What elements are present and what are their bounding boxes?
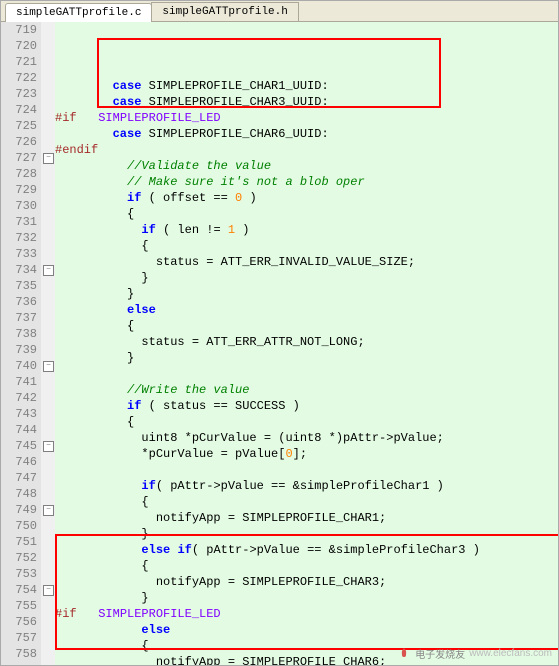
line-number: 736 (1, 294, 37, 310)
code-line[interactable]: // Make sure it's not a blob oper (55, 174, 558, 190)
code-line[interactable]: } (55, 526, 558, 542)
code-area: 7197207217227237247257267277287297307317… (1, 22, 558, 666)
fold-toggle[interactable]: − (43, 441, 54, 452)
code-line[interactable]: { (55, 206, 558, 222)
code-line[interactable]: { (55, 558, 558, 574)
line-number: 745 (1, 438, 37, 454)
line-number: 738 (1, 326, 37, 342)
code-line[interactable]: //Validate the value (55, 158, 558, 174)
line-number: 724 (1, 102, 37, 118)
code-line[interactable]: if ( status == SUCCESS ) (55, 398, 558, 414)
code-line[interactable]: { (55, 414, 558, 430)
code-line[interactable]: { (55, 318, 558, 334)
line-number: 727 (1, 150, 37, 166)
code-line[interactable]: } (55, 270, 558, 286)
code-line[interactable]: #if SIMPLEPROFILE_LED (55, 606, 558, 622)
code-line[interactable]: case SIMPLEPROFILE_CHAR6_UUID: (55, 126, 558, 142)
fold-toggle[interactable]: − (43, 153, 54, 164)
tab-active[interactable]: simpleGATTprofile.c (5, 3, 152, 22)
line-number: 751 (1, 534, 37, 550)
line-number: 754 (1, 582, 37, 598)
code-line[interactable]: } (55, 350, 558, 366)
line-number: 730 (1, 198, 37, 214)
code-line[interactable]: { (55, 238, 558, 254)
watermark-brand: 电子发烧友 (415, 646, 465, 661)
line-number: 734 (1, 262, 37, 278)
code-line[interactable]: case SIMPLEPROFILE_CHAR3_UUID: (55, 94, 558, 110)
line-number: 757 (1, 630, 37, 646)
code-line[interactable]: if ( len != 1 ) (55, 222, 558, 238)
line-number: 746 (1, 454, 37, 470)
line-number: 733 (1, 246, 37, 262)
line-number: 755 (1, 598, 37, 614)
line-number: 753 (1, 566, 37, 582)
line-number-gutter: 7197207217227237247257267277287297307317… (1, 22, 41, 666)
line-number: 741 (1, 374, 37, 390)
code-line[interactable]: //Write the value (55, 382, 558, 398)
line-number: 739 (1, 342, 37, 358)
line-number: 740 (1, 358, 37, 374)
code-line[interactable]: *pCurValue = pValue[0]; (55, 446, 558, 462)
line-number: 758 (1, 646, 37, 662)
code-line[interactable]: else (55, 302, 558, 318)
code-line[interactable]: if( pAttr->pValue == &simpleProfileChar1… (55, 478, 558, 494)
line-number: 737 (1, 310, 37, 326)
code-line[interactable]: case SIMPLEPROFILE_CHAR1_UUID: (55, 78, 558, 94)
line-number: 756 (1, 614, 37, 630)
line-number: 735 (1, 278, 37, 294)
line-number: 720 (1, 38, 37, 54)
line-number: 726 (1, 134, 37, 150)
watermark-url: www.elecfans.com (469, 648, 552, 659)
line-number: 743 (1, 406, 37, 422)
watermark: 电子发烧友 www.elecfans.com (397, 646, 552, 661)
code-line[interactable]: } (55, 286, 558, 302)
line-number: 750 (1, 518, 37, 534)
line-number: 732 (1, 230, 37, 246)
line-number: 748 (1, 486, 37, 502)
code-line[interactable]: #if SIMPLEPROFILE_LED (55, 110, 558, 126)
code-line[interactable]: else (55, 622, 558, 638)
code-content[interactable]: case SIMPLEPROFILE_CHAR1_UUID: case SIMP… (55, 22, 558, 666)
fold-toggle[interactable]: − (43, 265, 54, 276)
code-line[interactable]: status = ATT_ERR_INVALID_VALUE_SIZE; (55, 254, 558, 270)
code-line[interactable]: notifyApp = SIMPLEPROFILE_CHAR1; (55, 510, 558, 526)
code-editor-window: simpleGATTprofile.c simpleGATTprofile.h … (0, 0, 559, 666)
code-line[interactable] (55, 462, 558, 478)
code-line[interactable]: status = ATT_ERR_ATTR_NOT_LONG; (55, 334, 558, 350)
line-number: 744 (1, 422, 37, 438)
line-number: 731 (1, 214, 37, 230)
fold-toggle[interactable]: − (43, 361, 54, 372)
code-line[interactable]: { (55, 494, 558, 510)
line-number: 719 (1, 22, 37, 38)
code-line[interactable]: if ( offset == 0 ) (55, 190, 558, 206)
flame-icon (397, 647, 411, 661)
code-line[interactable]: uint8 *pCurValue = (uint8 *)pAttr->pValu… (55, 430, 558, 446)
line-number: 725 (1, 118, 37, 134)
line-number: 742 (1, 390, 37, 406)
code-line[interactable] (55, 366, 558, 382)
line-number: 749 (1, 502, 37, 518)
line-number: 722 (1, 70, 37, 86)
tab-inactive[interactable]: simpleGATTprofile.h (151, 2, 298, 21)
code-line[interactable]: notifyApp = SIMPLEPROFILE_CHAR3; (55, 574, 558, 590)
code-line[interactable]: else if( pAttr->pValue == &simpleProfile… (55, 542, 558, 558)
code-line[interactable]: #endif (55, 142, 558, 158)
fold-toggle[interactable]: − (43, 585, 54, 596)
line-number: 729 (1, 182, 37, 198)
line-number: 723 (1, 86, 37, 102)
line-number: 747 (1, 470, 37, 486)
fold-toggle[interactable]: − (43, 505, 54, 516)
fold-column: − − − − − − (41, 22, 55, 666)
line-number: 721 (1, 54, 37, 70)
file-tabs-bar: simpleGATTprofile.c simpleGATTprofile.h (1, 1, 558, 22)
line-number: 752 (1, 550, 37, 566)
code-line[interactable]: } (55, 590, 558, 606)
line-number: 728 (1, 166, 37, 182)
